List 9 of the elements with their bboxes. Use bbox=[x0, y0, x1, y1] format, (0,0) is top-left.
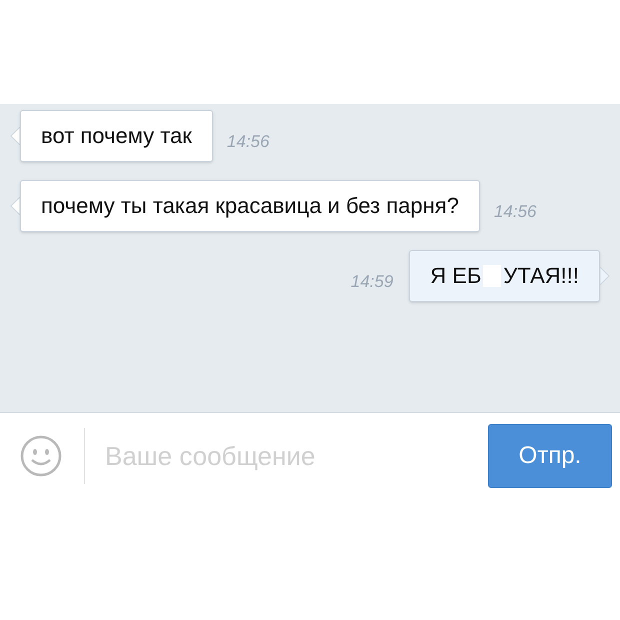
send-button[interactable]: Отпр. bbox=[488, 424, 612, 488]
message-text: почему ты такая красавица и без парня? bbox=[41, 192, 459, 220]
message-time: 14:56 bbox=[226, 130, 270, 152]
message-time: 14:56 bbox=[494, 200, 536, 222]
message-text: Я ЕБ bbox=[430, 262, 482, 290]
message-text: вот почему так bbox=[41, 122, 192, 150]
message-text: УТАЯ!!! bbox=[503, 262, 579, 290]
smiley-icon[interactable] bbox=[20, 435, 62, 477]
message-time: 14:59 bbox=[350, 270, 394, 292]
